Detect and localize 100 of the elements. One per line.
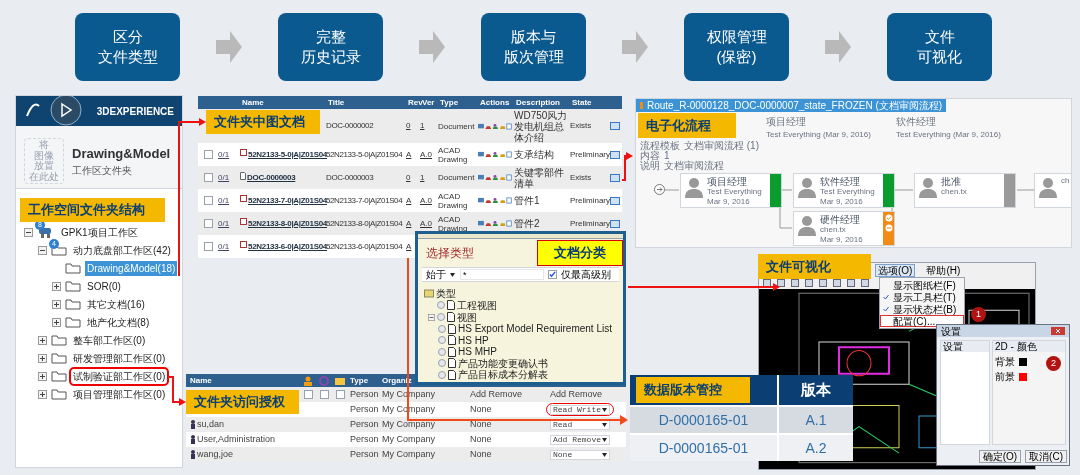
expand-toggle-icon[interactable] [52, 317, 61, 327]
document-name-link[interactable]: 52N2133-7-0|A|Z01S04 [248, 194, 327, 207]
expand-toggle-icon[interactable] [38, 389, 47, 399]
document-name-link[interactable]: 52N2133-5-0|A|Z01S04 [248, 148, 327, 161]
version-link[interactable]: A.0 [420, 194, 438, 207]
column-header[interactable]: Actions [478, 96, 514, 109]
document-name-link[interactable]: 52N2133-8-0|A|Z01S04 [248, 217, 327, 230]
workflow-node[interactable]: 软件经理 Test Everything Mar 9, 2016 [793, 173, 895, 208]
radio-button[interactable] [438, 336, 446, 345]
checkbox[interactable] [335, 390, 345, 399]
filter-field[interactable]: * [460, 269, 544, 280]
version-link[interactable]: A.0 [420, 217, 438, 230]
revision-link[interactable]: 0 [406, 171, 420, 184]
color-swatch[interactable] [1019, 357, 1027, 366]
version-count-link[interactable]: 0/1 [218, 218, 230, 228]
open-window-icon[interactable] [610, 122, 620, 130]
checkbox[interactable] [319, 390, 329, 399]
radio-button[interactable] [438, 370, 446, 379]
radio-button[interactable] [438, 359, 446, 368]
radio-button[interactable] [438, 324, 446, 333]
dialog-button[interactable]: 确定(O) [978, 450, 1022, 463]
workflow-node[interactable]: 批准 chen.tx [914, 173, 1016, 208]
action-icons[interactable] [478, 121, 512, 131]
color-swatch[interactable] [1019, 372, 1027, 381]
open-window-icon[interactable] [610, 150, 620, 159]
tree-item[interactable]: 类型 [436, 285, 456, 301]
tree-item[interactable]: 项目管理部工作区(0) [71, 386, 168, 402]
radio-button[interactable] [438, 347, 446, 356]
version-count-link[interactable]: 0/1 [218, 241, 230, 251]
column-header[interactable]: Name [240, 96, 326, 109]
open-window-icon[interactable] [610, 219, 620, 228]
checkbox[interactable] [203, 242, 213, 251]
collapse-toggle-icon[interactable] [428, 313, 435, 321]
column-header[interactable]: Title [326, 96, 406, 109]
version-link[interactable]: 1 [420, 120, 438, 132]
open-window-icon[interactable] [610, 173, 620, 182]
column-header[interactable]: Type [438, 96, 478, 109]
tree-item[interactable]: 地产化文档(8) [85, 314, 152, 330]
version-count-link[interactable]: 0/1 [218, 172, 230, 182]
column-header[interactable]: Type [348, 374, 380, 387]
checkbox[interactable] [303, 390, 313, 399]
reject-icon[interactable] [884, 224, 893, 232]
expand-toggle-icon[interactable] [52, 281, 61, 291]
tree-item[interactable]: 试制验证部工作区(0) [71, 368, 168, 384]
radio-button[interactable] [437, 301, 445, 309]
checkbox[interactable] [203, 150, 213, 159]
expand-toggle-icon[interactable] [52, 299, 61, 309]
workflow-node[interactable]: 项目经理 Test Everything Mar 9, 2016 [680, 173, 782, 208]
table-cell-text: 支承结构 [514, 149, 555, 160]
checkbox[interactable] [548, 270, 557, 279]
tree-item[interactable]: 其它文档(16) [85, 296, 147, 312]
caret-icon [602, 437, 607, 442]
revision-link[interactable]: A [406, 194, 420, 207]
action-icons[interactable] [478, 219, 512, 228]
approve-icon[interactable] [884, 214, 893, 222]
menu-item[interactable]: 帮助(H) [923, 263, 964, 277]
menu-item[interactable]: 选项(O) [875, 263, 916, 277]
tree-item[interactable]: SOR(0) [85, 278, 123, 294]
table-cell-text: 52N2133-5-0|A|Z01S04 [326, 148, 404, 161]
menu-option[interactable]: 配置(C)... [880, 315, 964, 327]
checkbox[interactable] [203, 196, 213, 205]
tree-item[interactable]: 整车部工作区(0) [71, 332, 148, 348]
match-select[interactable]: 始于 [426, 267, 456, 282]
document-name-link[interactable]: DOC-0000003 [247, 171, 296, 184]
checkbox[interactable] [203, 173, 213, 182]
radio-button[interactable] [437, 313, 445, 321]
tree-item[interactable]: 研发管理部工作区(0) [71, 350, 168, 366]
close-icon[interactable] [1051, 327, 1065, 335]
open-window-icon[interactable] [610, 196, 620, 205]
column-header[interactable]: Description [514, 96, 570, 109]
revision-link[interactable]: A [406, 217, 420, 230]
version-link[interactable]: 1 [420, 171, 438, 184]
table-cell-text: D-0000165-01 [657, 438, 750, 458]
route-info-value: 文档审阅流程 [664, 161, 724, 171]
action-icons[interactable] [478, 150, 512, 159]
tree-item[interactable]: GPK1项目工作区 [59, 224, 140, 240]
menu-option[interactable]: 显示工具栏(T) [880, 291, 964, 303]
expand-toggle-icon[interactable] [38, 371, 47, 381]
menu-option[interactable]: 显示状态栏(B) [880, 303, 964, 315]
checkbox[interactable] [203, 219, 213, 228]
version-link[interactable]: A.0 [420, 148, 438, 161]
action-icons[interactable] [478, 196, 512, 205]
tree-item[interactable]: 动力底盘部工作区(42) [71, 242, 173, 258]
column-header[interactable]: State [570, 96, 610, 109]
workflow-node[interactable]: 硬件经理 chen.tx Mar 9, 2016 [793, 211, 895, 246]
action-icons[interactable] [478, 173, 512, 182]
collapse-toggle-icon[interactable] [24, 227, 33, 237]
dialog-button[interactable]: 取消(C) [1025, 450, 1067, 463]
expand-toggle-icon[interactable] [38, 335, 47, 345]
task-role: 硬件经理 [820, 214, 861, 225]
column-header[interactable]: Name [186, 374, 300, 387]
version-count-link[interactable]: 0/1 [218, 195, 230, 205]
expand-toggle-icon[interactable] [38, 353, 47, 363]
version-count-link[interactable]: 0/1 [218, 149, 230, 159]
collapse-toggle-icon[interactable] [38, 245, 47, 255]
revision-link[interactable]: 0 [406, 120, 420, 132]
revision-link[interactable]: A [406, 148, 420, 161]
workflow-node[interactable]: ch [1034, 173, 1071, 208]
document-name-link[interactable]: 52N2133-6-0|A|Z01S04 [248, 240, 327, 253]
menu-option[interactable]: 显示图纸栏(F) [880, 279, 964, 291]
